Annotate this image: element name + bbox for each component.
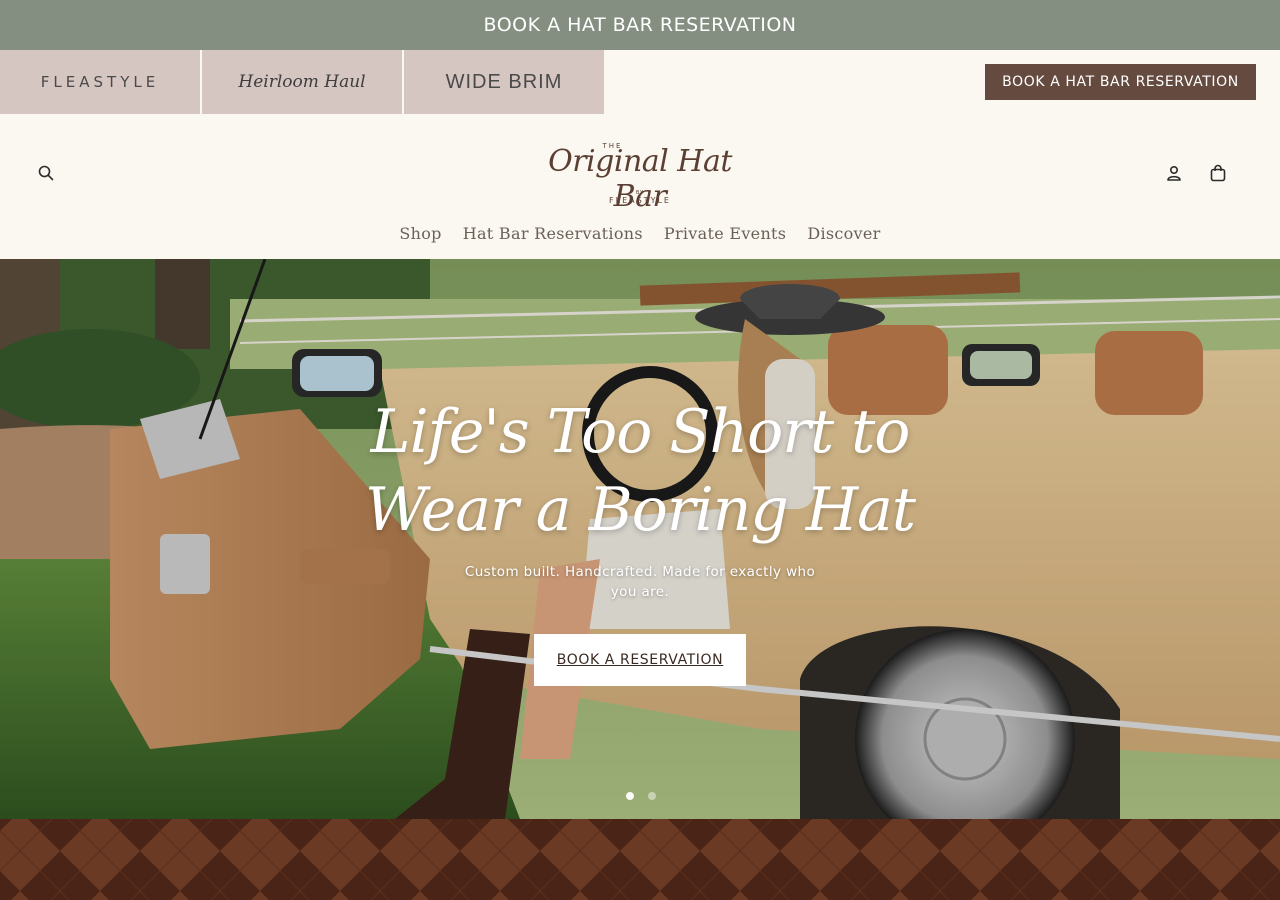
book-a-reservation-button[interactable]: BOOK A RESERVATION [534,634,746,686]
nav-item-discover[interactable]: Discover [807,224,880,243]
cart-icon[interactable] [1206,161,1230,185]
nav-item-shop[interactable]: Shop [399,224,441,243]
main-nav: Shop Hat Bar Reservations Private Events… [0,224,1280,243]
brand-tab-heirloom-haul[interactable]: Heirloom Haul [202,50,402,114]
nav-item-private-events[interactable]: Private Events [664,224,786,243]
search-icon[interactable] [34,161,58,185]
account-icon[interactable] [1162,161,1186,185]
announcement-link[interactable]: BOOK A HAT BAR RESERVATION [484,14,797,36]
brand-tab-wide-brim[interactable]: WIDE BRIM [404,50,604,114]
hero-slideshow: Life's Too Short to Wear a Boring Hat Cu… [0,259,1280,819]
hero-heading-line-1: Life's Too Short to [370,397,911,467]
brand-switcher: FLEASTYLE Heirloom Haul WIDE BRIM BOOK A… [0,50,1280,114]
slide-pagination [626,792,656,800]
nav-item-hat-bar-reservations[interactable]: Hat Bar Reservations [463,224,643,243]
brand-heirloom-haul-logo: Heirloom Haul [238,72,366,92]
brand-wide-brim-logo: WIDE BRIM [445,70,563,93]
logo-sub-text: FLEASTYLE [609,196,671,205]
slide-dot-2[interactable] [648,792,656,800]
brand-fleastyle-logo: FLEASTYLE [40,73,160,91]
hero-heading: Life's Too Short to Wear a Boring Hat [0,393,1280,549]
hero-subtitle: Custom built. Handcrafted. Made for exac… [464,564,816,600]
site-header: THE Original Hat Bar BY FLEASTYLE Shop H… [0,114,1280,259]
site-logo[interactable]: THE Original Hat Bar BY FLEASTYLE [540,136,740,214]
slide-dot-1[interactable] [626,792,634,800]
hero-heading-line-2: Wear a Boring Hat [364,475,916,545]
brand-tab-fleastyle[interactable]: FLEASTYLE [0,50,200,114]
argyle-pattern-band [0,819,1280,900]
argyle-pattern [0,819,1280,900]
announcement-bar: BOOK A HAT BAR RESERVATION [0,0,1280,50]
book-reservation-button[interactable]: BOOK A HAT BAR RESERVATION [985,64,1256,100]
